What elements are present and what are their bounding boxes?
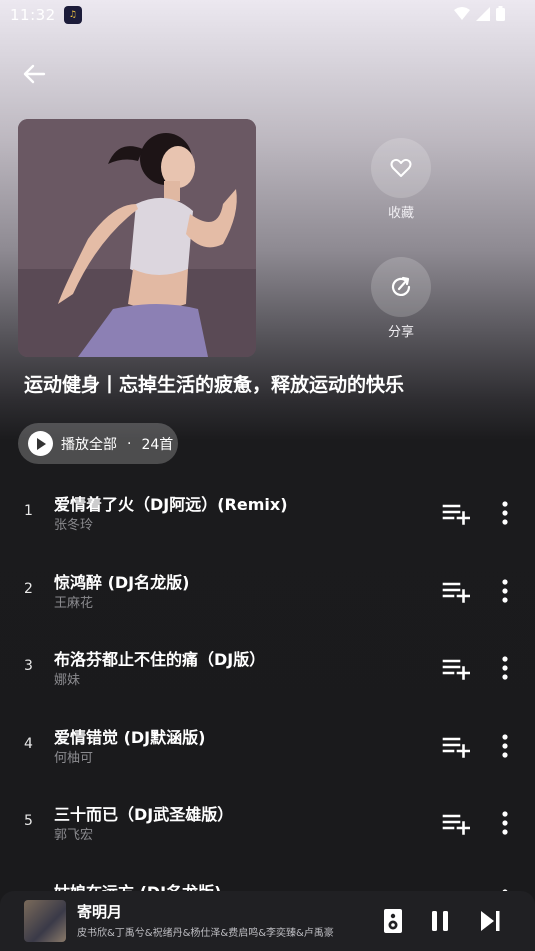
song-artist: 张冬玲: [54, 518, 94, 533]
song-list: 1 爱情着了火（DJ阿远）(Remix) 张冬玲 2 惊鸿醉 (DJ名龙版) 王…: [0, 473, 535, 938]
signal-icon: [476, 6, 490, 21]
song-index: 1: [24, 503, 33, 519]
now-playing-title: 寄明月: [77, 903, 123, 921]
song-title: 布洛芬都止不住的痛（DJ版）: [54, 650, 266, 669]
song-row[interactable]: 2 惊鸿醉 (DJ名龙版) 王麻花: [0, 551, 535, 629]
song-index: 4: [24, 735, 33, 752]
song-row[interactable]: 4 爱情错觉 (DJ默涵版) 何柚可: [0, 706, 535, 784]
skip-next-icon[interactable]: [477, 908, 503, 934]
status-bar: 11:32 ♫: [0, 0, 535, 30]
play-all-button[interactable]: 播放全部 · 24首: [18, 423, 178, 464]
status-time: 11:32: [10, 6, 56, 24]
speaker-icon[interactable]: [380, 908, 406, 934]
battery-icon: [496, 6, 505, 21]
song-count: 24首: [141, 436, 174, 453]
song-row[interactable]: 1 爱情着了火（DJ阿远）(Remix) 张冬玲: [0, 473, 535, 551]
pause-icon[interactable]: [427, 908, 453, 934]
song-index: 5: [24, 813, 33, 829]
now-playing-artists: 皮书欣&丁禹兮&祝绪丹&杨仕泽&费启鸣&李奕臻&卢禹豪: [77, 928, 334, 939]
now-playing-cover[interactable]: [24, 900, 66, 942]
song-artist: 娜妹: [54, 673, 81, 688]
song-title: 惊鸿醉 (DJ名龙版): [54, 572, 190, 592]
more-options-icon[interactable]: [496, 578, 514, 604]
app-notification-icon: ♫: [63, 6, 82, 24]
song-index: 2: [24, 580, 33, 597]
status-icons: [454, 6, 505, 21]
add-to-queue-icon[interactable]: [442, 656, 470, 680]
play-all-label: 播放全部: [61, 436, 117, 453]
collect-label: 收藏: [387, 206, 414, 221]
more-options-icon[interactable]: [496, 733, 514, 759]
song-artist: 王麻花: [54, 595, 94, 611]
share-label: 分享: [387, 325, 414, 340]
more-options-icon[interactable]: [496, 655, 514, 681]
play-circle-icon: [28, 431, 53, 456]
runner-illustration: [18, 119, 256, 357]
playlist-title: 运动健身丨忘掉生活的疲惫，释放运动的快乐: [24, 374, 405, 396]
back-arrow-icon[interactable]: [20, 60, 48, 88]
song-title: 三十而已（DJ武圣雄版）: [54, 805, 234, 824]
collect-button[interactable]: [371, 138, 431, 198]
song-title: 爱情错觉 (DJ默涵版): [54, 727, 206, 747]
song-artist: 郭飞宏: [54, 828, 94, 843]
song-row[interactable]: 3 布洛芬都止不住的痛（DJ版） 娜妹: [0, 628, 535, 706]
heart-outline-icon: [390, 158, 412, 177]
add-to-queue-icon[interactable]: [442, 811, 470, 835]
mini-player[interactable]: 寄明月 皮书欣&丁禹兮&祝绪丹&杨仕泽&费启鸣&李奕臻&卢禹豪: [0, 891, 535, 951]
song-index: 3: [24, 658, 33, 674]
song-title: 爱情着了火（DJ阿远）(Remix): [54, 495, 288, 514]
separator-dot: ·: [127, 435, 132, 452]
add-to-queue-icon[interactable]: [442, 579, 470, 603]
add-to-queue-icon[interactable]: [442, 734, 470, 758]
playlist-cover-image: [18, 119, 256, 357]
song-row[interactable]: 5 三十而已（DJ武圣雄版） 郭飞宏: [0, 783, 535, 861]
more-options-icon[interactable]: [496, 810, 514, 836]
song-artist: 何柚可: [54, 750, 94, 766]
add-to-queue-icon[interactable]: [442, 501, 470, 525]
more-options-icon[interactable]: [496, 500, 514, 526]
share-icon: [391, 276, 411, 296]
wifi-icon: [454, 6, 470, 20]
share-button[interactable]: [371, 257, 431, 317]
